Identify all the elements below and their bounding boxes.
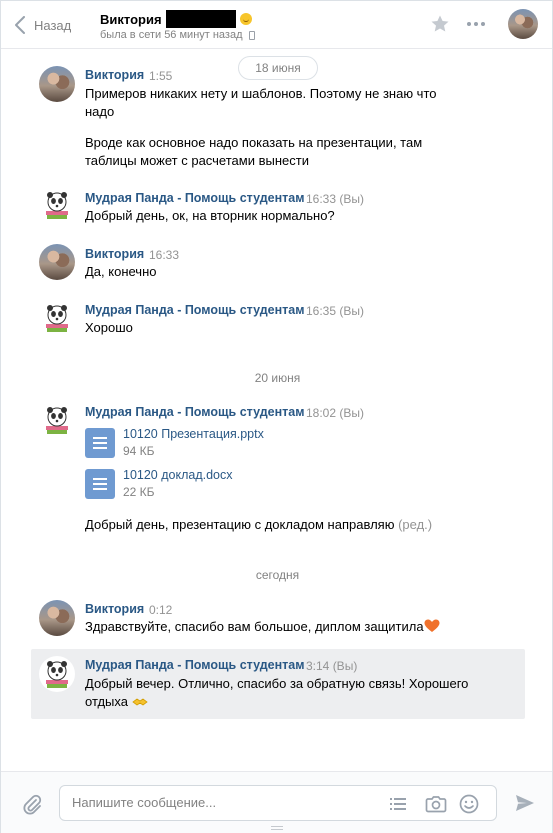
paperclip-icon [23,794,42,815]
camera-button[interactable] [425,794,447,817]
avatar[interactable] [39,300,75,336]
message-input[interactable] [72,795,372,810]
document-title[interactable]: 10120 доклад.docx [123,468,233,482]
peer-name[interactable]: Виктория [100,10,252,28]
date-badge: 18 июня [238,56,318,80]
camera-icon [425,796,447,813]
document-size: 94 КБ [123,444,155,458]
message-text: Примеров никаких нету и шаблонов. Поэтом… [85,86,437,119]
message-body: Добрый день, презентацию с докладом напр… [85,517,395,532]
document-attachment[interactable]: 10120 Презентация.pptx 94 КБ [85,427,385,460]
chat-window: Назад Виктория была в сети 56 минут наза… [0,0,553,833]
favorite-button[interactable] [430,14,450,37]
message-time: 0:12 [149,603,173,617]
smile-icon [459,794,479,814]
message-author[interactable]: Мудрая Панда - Помощь студентам [85,405,304,419]
redacted-block [165,10,236,28]
list-icon [390,798,406,810]
emoji-button[interactable] [459,794,479,817]
chat-header: Назад Виктория была в сети 56 минут наза… [1,1,552,49]
avatar[interactable] [39,600,75,636]
more-dot [481,22,485,26]
document-attachment[interactable]: 10120 доклад.docx 22 КБ [85,468,385,501]
peer-status-text: была в сети 56 минут назад [100,29,243,41]
message-author[interactable]: Виктория [85,247,144,261]
message-text: Хорошо [85,320,133,335]
edited-marker: (ред.) [398,517,433,532]
message-text: Добрый день, ок, на вторник нормально? [85,208,335,223]
message-text: Да, конечно [85,264,157,279]
templates-button[interactable] [388,794,408,817]
message-time: 18:02 (Вы) [306,406,364,420]
message-text: Здравствуйте, спасибо вам большое, дипло… [85,618,525,636]
message-author[interactable]: Виктория [85,68,144,82]
message-time: 16:33 [149,248,180,262]
peer-avatar[interactable] [508,9,538,39]
message-author[interactable]: Мудрая Панда - Помощь студентам [85,303,304,317]
message-text: Добрый вечер. Отлично, спасибо за обратн… [85,675,485,711]
message-time: 1:55 [149,69,173,83]
avatar[interactable] [39,187,75,223]
avatar[interactable] [39,402,75,438]
more-button[interactable] [467,22,485,26]
panda-logo-icon [46,192,68,219]
back-button[interactable]: Назад [15,14,71,36]
avatar[interactable] [39,656,75,692]
more-dot [474,22,478,26]
message-text: Добрый день, презентацию с докладом напр… [85,516,525,534]
star-icon [431,15,449,32]
handshake-emoji-icon [131,698,148,706]
orange-heart-icon [424,619,440,632]
more-dot [467,22,471,26]
document-size: 22 КБ [123,485,155,499]
avatar[interactable] [39,66,75,102]
message-text: Вроде как основное надо показать на през… [85,135,423,168]
message-time: 16:33 (Вы) [306,192,364,206]
panda-logo-icon [46,407,68,434]
send-icon [516,795,534,811]
avatar[interactable] [39,244,75,280]
document-icon [85,469,115,499]
peer-status: была в сети 56 минут назад [100,29,255,41]
mobile-icon [248,30,255,40]
peer-name-text: Виктория [100,11,162,27]
message-composer [1,771,552,833]
message-time: 3:14 (Вы) [306,659,358,673]
message-author[interactable]: Мудрая Панда - Помощь студентам [85,658,304,672]
date-separator: 20 июня [254,371,301,385]
message-author[interactable]: Мудрая Панда - Помощь студентам [85,191,304,205]
message-author[interactable]: Виктория [85,602,144,616]
status-emoji-icon [239,13,252,25]
message-time: 16:35 (Вы) [306,304,364,318]
message-body: Здравствуйте, спасибо вам большое, дипло… [85,619,424,634]
document-title[interactable]: 10120 Презентация.pptx [123,427,264,441]
panda-logo-icon [46,661,68,688]
panda-logo-icon [46,305,68,332]
document-icon [85,428,115,458]
back-label: Назад [34,17,72,33]
send-button[interactable] [515,793,535,816]
attach-button[interactable] [21,793,43,818]
chevron-left-icon [15,16,25,34]
date-separator: сегодня [255,568,300,582]
resize-grip[interactable] [271,826,283,830]
message-input-box[interactable] [59,785,497,821]
